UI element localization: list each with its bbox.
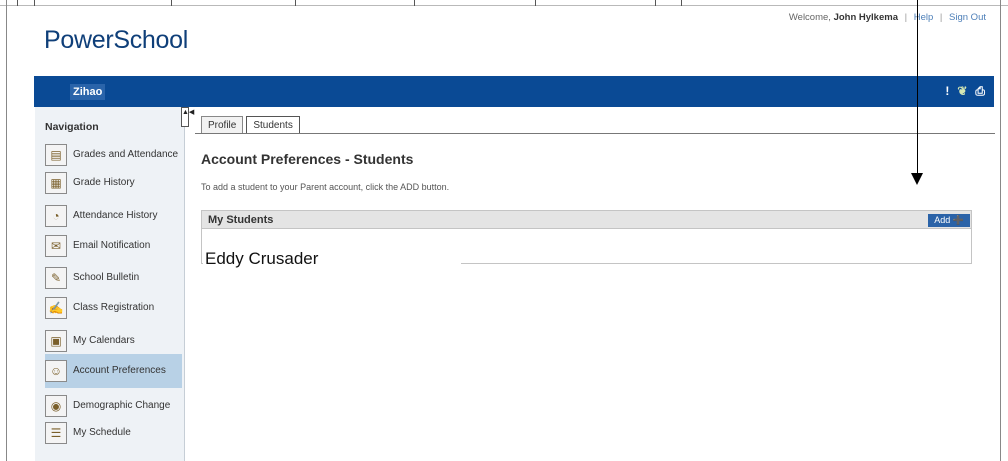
user-name: John Hylkema [833, 12, 898, 23]
sidebar-item-label: My Calendars [73, 335, 135, 346]
sidebar-item-my-schedule[interactable]: ☰ My Schedule [45, 416, 182, 450]
sidebar-item-label: Attendance History [73, 210, 158, 221]
calendar-icon: ▣ [45, 330, 67, 352]
alert-icon[interactable]: ! [945, 84, 949, 99]
clock-icon: ◔ [45, 205, 67, 227]
sidebar-item-attendance-history[interactable]: ◔ Attendance History [45, 199, 182, 233]
nav-title: Navigation [45, 121, 99, 133]
sidebar-item-account-preferences[interactable]: ☺ Account Preferences [45, 354, 182, 388]
page-title: Account Preferences - Students [201, 151, 414, 167]
pencil-icon: ✍ [45, 297, 67, 319]
tab-students[interactable]: Students [246, 116, 300, 133]
signpost-icon: ◉ [45, 395, 67, 417]
tab-divider [195, 133, 995, 134]
leaf-icon[interactable]: ❦ [957, 84, 967, 99]
envelope-icon: ✉ [45, 235, 67, 257]
add-student-button[interactable]: Add ➕ [928, 214, 970, 227]
sidebar-item-label: My Schedule [73, 427, 131, 438]
welcome-prefix: Welcome, [788, 12, 831, 23]
instruction-text: To add a student to your Parent account,… [201, 182, 450, 192]
sidebar-item-label: Demographic Change [73, 400, 171, 411]
student-selector[interactable]: Zihao [70, 84, 106, 100]
frame-left-line [6, 0, 7, 461]
student-entry: Eddy Crusader [203, 247, 461, 278]
sidebar: Navigation ▤ Grades and Attendance ▦ Gra… [35, 107, 185, 461]
sidebar-item-school-bulletin[interactable]: ✎ School Bulletin [45, 261, 182, 295]
grade-history-icon: ▦ [45, 172, 67, 194]
separator: | [939, 12, 943, 23]
gradebook-icon: ▤ [45, 144, 67, 166]
tab-bar: Profile Students [201, 116, 300, 133]
powerschool-logo: PowerSchool [44, 26, 189, 54]
user-icon: ☺ [45, 360, 67, 382]
sign-out-link[interactable]: Sign Out [949, 12, 986, 23]
sidebar-item-email-notification[interactable]: ✉ Email Notification [45, 229, 182, 263]
welcome-bar: Welcome, John Hylkema | Help | Sign Out [789, 12, 986, 23]
print-icon[interactable]: ⎙ [975, 84, 985, 99]
sidebar-item-class-registration[interactable]: ✍ Class Registration [45, 291, 182, 325]
annotation-arrow-line [917, 0, 918, 176]
separator: | [904, 12, 908, 23]
sidebar-item-label: Class Registration [73, 302, 155, 313]
bulletin-icon: ✎ [45, 267, 67, 289]
sidebar-item-label: Grade History [73, 177, 135, 188]
sidebar-item-my-calendars[interactable]: ▣ My Calendars [45, 324, 182, 358]
sidebar-item-grade-history[interactable]: ▦ Grade History [45, 166, 182, 200]
collapse-sidebar-icon[interactable]: ▲◀ [181, 107, 194, 127]
sidebar-item-label: Account Preferences [73, 365, 166, 376]
student-bar: Zihao ! ❦ ⎙ [34, 76, 994, 107]
sidebar-item-label: Grades and Attendance [73, 149, 179, 160]
top-ruler [0, 0, 1008, 6]
schedule-icon: ☰ [45, 422, 67, 444]
my-students-header: My Students Add ➕ [202, 211, 971, 229]
bar-icons: ! ❦ ⎙ [945, 84, 985, 99]
sidebar-item-label: School Bulletin [73, 272, 140, 283]
sidebar-item-label: Email Notification [73, 240, 151, 251]
tab-profile[interactable]: Profile [201, 116, 244, 133]
frame-right-line [1000, 0, 1001, 461]
annotation-arrow-head-icon [911, 173, 923, 185]
my-students-title: My Students [208, 214, 274, 226]
